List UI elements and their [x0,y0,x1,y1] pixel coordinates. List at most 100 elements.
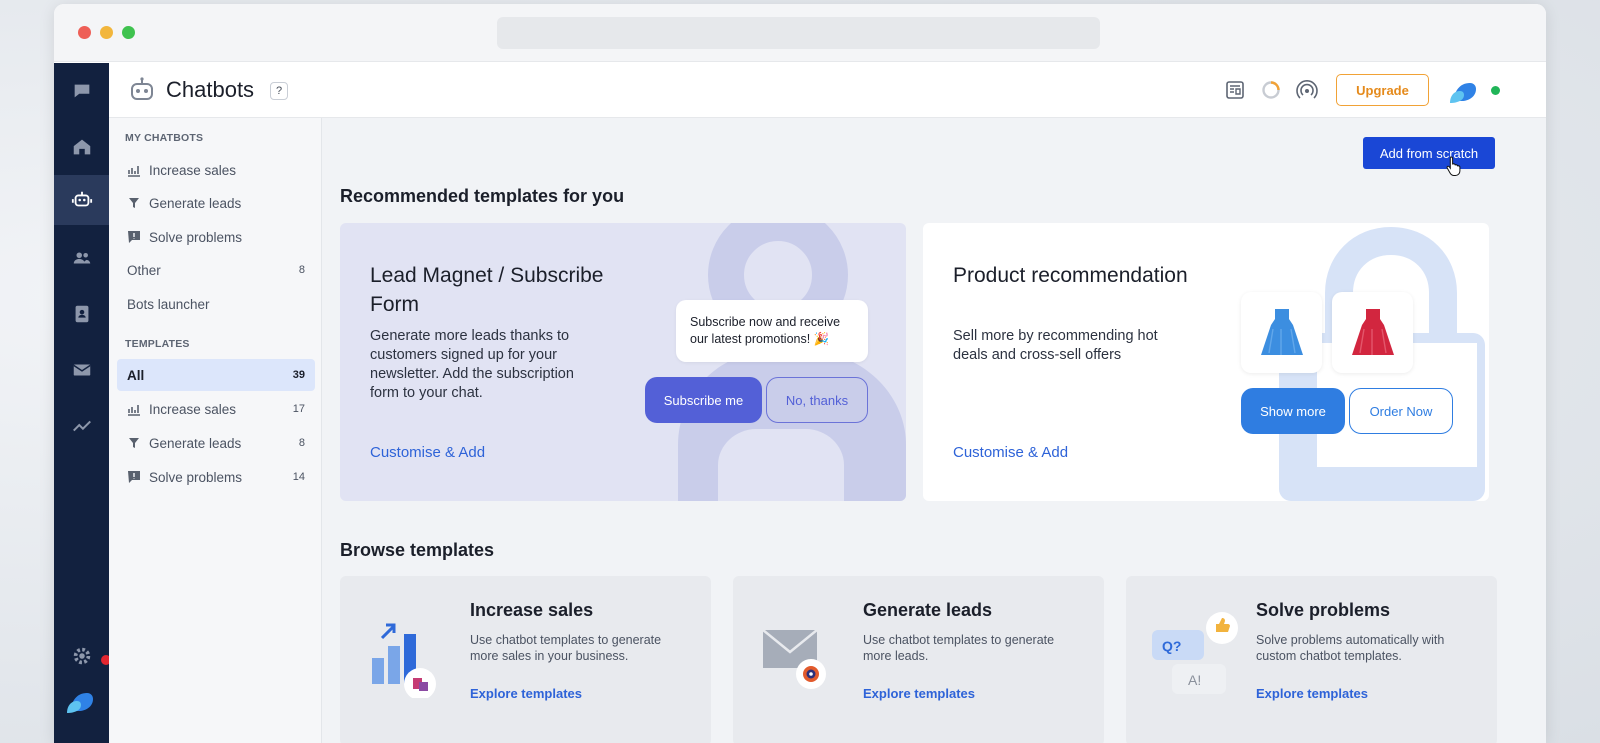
hand-cursor-icon [1446,156,1461,176]
close-window-button[interactable] [78,26,91,39]
browse-card-description: Use chatbot templates to generate more l… [863,633,1055,663]
browse-card-generate-leads[interactable]: Generate leads Use chatbot templates to … [733,576,1104,743]
envelope-target-icon [762,629,826,689]
template-description: Sell more by recommending hot deals and … [953,328,1158,363]
explore-templates-link[interactable]: Explore templates [470,686,582,701]
account-avatar[interactable] [1448,75,1478,105]
explore-templates-link[interactable]: Explore templates [863,686,975,701]
sidebar-item-label: Increase sales [149,162,237,178]
address-bar[interactable] [497,17,1100,49]
order-now-preview-button: Order Now [1349,388,1453,434]
rail-chatbots[interactable] [54,175,109,225]
sidebar-item-count: 14 [292,471,305,483]
sidebar-item-increase-sales[interactable]: Increase sales [117,154,315,186]
sidebar-item-label: All [127,367,145,383]
main-navigation-rail [54,63,111,743]
sidebar-item-label: Generate leads [149,435,242,451]
chat-bubble-icon [74,84,89,98]
customise-add-link[interactable]: Customise & Add [370,444,485,461]
template-description: Generate more leads thanks to customers … [370,328,574,401]
sidebar-item-generate-leads[interactable]: Generate leads [117,187,315,219]
help-button[interactable]: ? [270,82,288,100]
template-title: Lead Magnet / Subscribe Form [370,264,604,316]
funnel-icon [129,438,139,448]
template-card-lead-magnet[interactable]: Lead Magnet / Subscribe Form Generate mo… [340,223,906,501]
template-title: Product recommendation [953,264,1188,287]
browse-card-solve-problems[interactable]: Q? A! Solve problems Solve problems auto… [1126,576,1497,743]
red-dress-icon [1351,308,1394,355]
sidebar-item-bots-launcher[interactable]: Bots launcher [117,288,315,320]
customise-add-link[interactable]: Customise & Add [953,444,1068,461]
person-silhouette-decoration [678,223,906,501]
rail-settings[interactable] [54,631,109,681]
sidebar-item-solve-problems[interactable]: Solve problems [117,221,315,253]
sidebar-item-label: Bots launcher [127,296,210,312]
question-label: Q? [1162,638,1181,654]
robot-icon [71,191,92,207]
sidebar-item-count: 17 [292,403,305,415]
browse-card-title: Solve problems [1256,600,1391,620]
rail-conversations[interactable] [54,66,109,116]
brand-logo-icon[interactable] [65,685,95,715]
recommended-title: Recommended templates for you [340,186,625,206]
sidebar-item-count: 8 [298,264,305,276]
answer-label: A! [1188,672,1201,688]
sidebar-item-other[interactable]: Other 8 [117,254,315,286]
news-icon[interactable] [1224,79,1246,101]
envelope-icon [72,364,91,376]
chatbots-sidebar: MY CHATBOTS Increase sales Generate lead… [109,118,322,743]
page-title: Chatbots [166,77,255,102]
minimize-window-button[interactable] [100,26,113,39]
alert-chat-icon [128,231,140,243]
progress-ring-icon[interactable] [1260,79,1282,101]
bar-chart-icon [372,623,436,698]
growth-icon [128,166,140,177]
sidebar-item-templates-solve-problems[interactable]: Solve problems 14 [117,461,315,493]
alert-chat-icon [128,471,140,483]
trend-line-icon [72,420,91,432]
sidebar-item-count: 8 [298,437,305,449]
sidebar-item-templates-increase-sales[interactable]: Increase sales 17 [117,393,315,425]
growth-icon [128,405,140,416]
rail-contacts[interactable] [54,233,109,283]
maximize-window-button[interactable] [122,26,135,39]
rail-email[interactable] [54,345,109,395]
broadcast-icon[interactable] [1296,79,1318,101]
funnel-icon [129,198,139,208]
sidebar-item-templates-all[interactable]: All 39 [117,359,315,391]
show-more-preview-button: Show more [1241,388,1345,434]
sidebar-item-label: Other [127,262,161,278]
add-from-scratch-button[interactable]: Add from scratch [1363,137,1495,169]
rail-home[interactable] [54,122,109,172]
browse-card-description: Solve problems automatically with custom… [1256,633,1445,663]
browse-card-title: Generate leads [863,600,993,620]
robot-icon [131,77,153,100]
sidebar-item-label: Increase sales [149,401,237,417]
product-tile [1332,292,1413,373]
address-book-icon [75,305,88,323]
people-icon [73,252,90,264]
sidebar-item-label: Solve problems [149,469,243,485]
sidebar-item-label: Solve problems [149,229,243,245]
rail-analytics[interactable] [54,401,109,451]
templates-heading: TEMPLATES [125,338,190,350]
qa-bubbles-icon: Q? A! [1152,612,1238,694]
upgrade-button[interactable]: Upgrade [1336,74,1429,106]
rail-address-book[interactable] [54,289,109,339]
blue-dress-icon [1260,308,1303,355]
browse-card-increase-sales[interactable]: Increase sales Use chatbot templates to … [340,576,711,743]
home-icon [73,139,90,155]
online-status-dot [1491,86,1500,95]
explore-templates-link[interactable]: Explore templates [1256,686,1368,701]
sidebar-item-templates-generate-leads[interactable]: Generate leads 8 [117,427,315,459]
browser-titlebar [54,4,1546,62]
product-tile [1241,292,1322,373]
sidebar-item-label: Generate leads [149,195,242,211]
browser-window: Chatbots ? Upgrade MY CHATBOTS Increase … [54,4,1546,743]
sidebar-item-count: 39 [292,369,305,381]
browse-card-description: Use chatbot templates to generate more s… [470,633,662,663]
template-card-product-recommendation[interactable]: Product recommendation Sell more by reco… [923,223,1489,501]
page-header: Chatbots ? Upgrade [109,63,1546,118]
chat-bubble-preview: Subscribe now and receive our latest pro… [676,300,868,362]
my-chatbots-heading: MY CHATBOTS [125,132,204,144]
